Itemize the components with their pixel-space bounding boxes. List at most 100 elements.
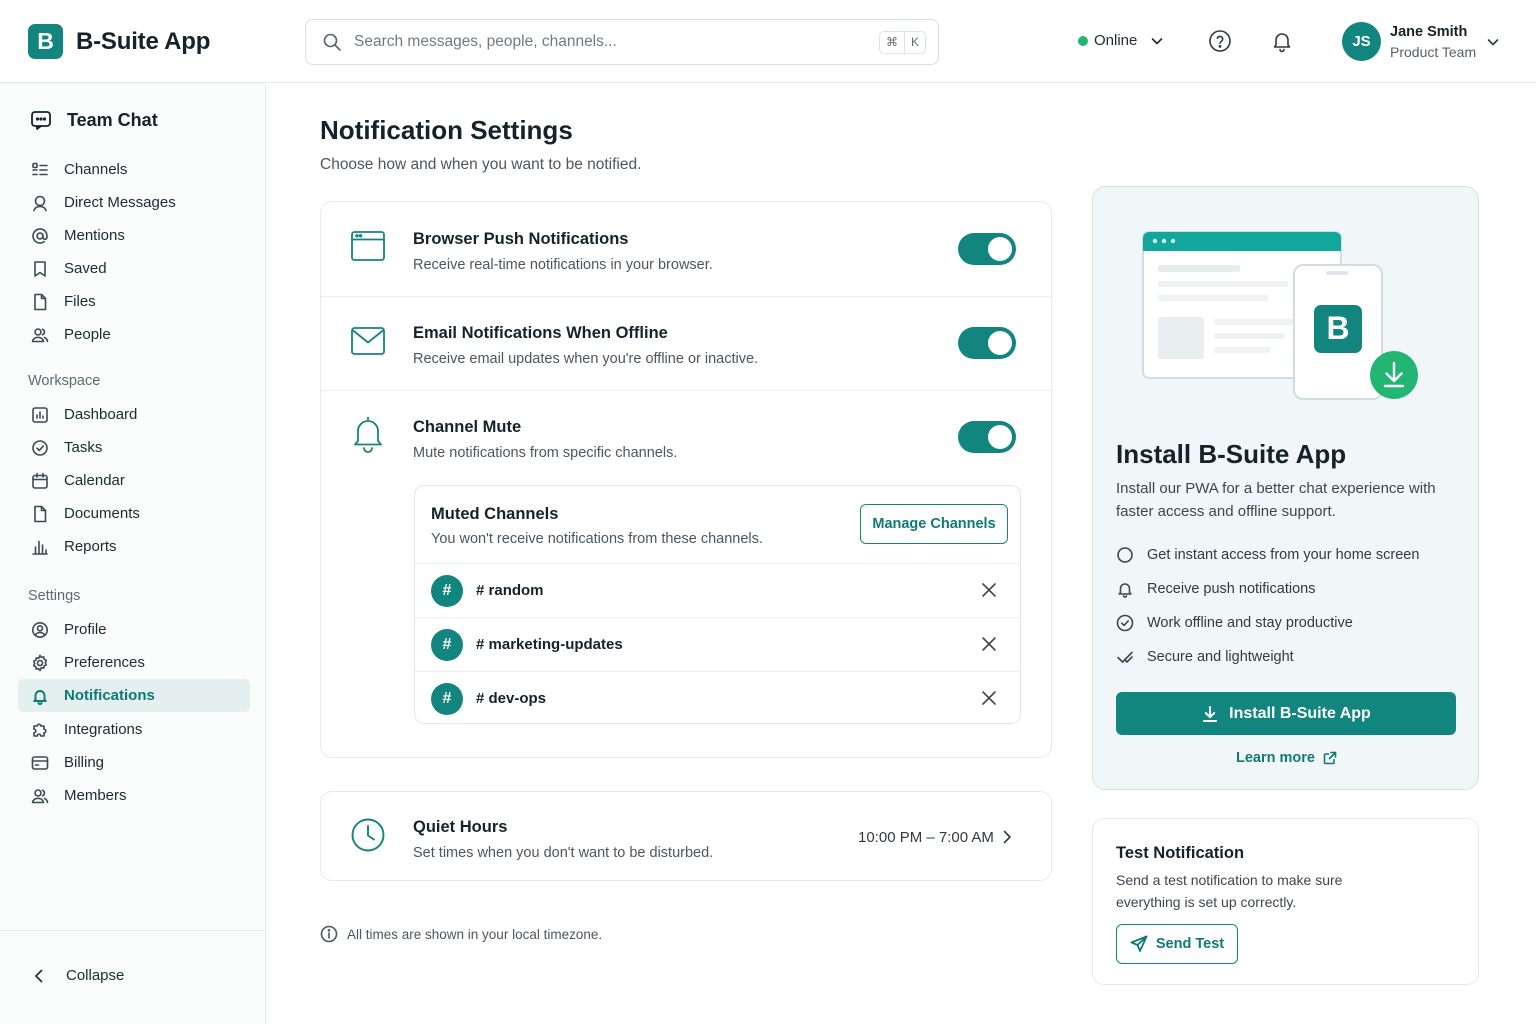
collapse-label: Collapse	[66, 967, 125, 984]
channel-name: # marketing-updates	[476, 636, 623, 653]
at-icon	[31, 227, 49, 245]
sidebar-item-channels[interactable]: Channels	[18, 153, 250, 186]
avatar[interactable]: JS	[1342, 22, 1381, 61]
sidebar-item-members[interactable]: Members	[18, 779, 250, 812]
search-icon	[322, 32, 342, 52]
learn-more-link[interactable]: Learn more	[1093, 750, 1480, 766]
page-title: Notification Settings	[320, 115, 573, 145]
status-dot	[1078, 35, 1088, 46]
list-item: # # dev-ops	[415, 671, 1020, 725]
feature-label: Get instant access from your home screen	[1147, 547, 1420, 563]
send-test-button[interactable]: Send Test	[1116, 924, 1238, 964]
info-icon	[320, 925, 338, 943]
sidebar-header[interactable]: Team Chat	[30, 109, 158, 131]
sidebar-item-label: Saved	[64, 260, 107, 277]
send-icon	[1130, 935, 1148, 953]
sidebar-item-label: Mentions	[64, 227, 125, 244]
help-icon[interactable]	[1208, 29, 1232, 53]
collapse-button[interactable]: Collapse	[32, 967, 124, 984]
sidebar-item-label: Dashboard	[64, 406, 138, 423]
channel-badge: #	[431, 683, 463, 715]
clock-icon	[350, 817, 386, 853]
close-icon[interactable]	[981, 690, 997, 706]
sidebar-item-preferences[interactable]: Preferences	[18, 646, 250, 679]
email-offline-toggle[interactable]	[958, 327, 1016, 359]
user-name[interactable]: Jane Smith	[1390, 24, 1467, 40]
quiet-hours-desc: Set times when you don't want to be dist…	[413, 845, 714, 861]
setting-desc: Mute notifications from specific channel…	[413, 445, 678, 461]
sidebar-item-label: Files	[64, 293, 96, 310]
user-circle-icon	[31, 621, 49, 639]
install-button-label: Install B-Suite App	[1229, 704, 1371, 722]
puzzle-icon	[31, 721, 49, 739]
sidebar-section-workspace: Workspace	[28, 373, 101, 389]
bell-icon	[352, 415, 384, 453]
sidebar-item-label: People	[64, 326, 111, 343]
check-circle-icon	[31, 439, 49, 457]
sidebar-item-files[interactable]: Files	[18, 285, 250, 318]
setting-title: Email Notifications When Offline	[413, 324, 668, 342]
setting-desc: Receive email updates when you're offlin…	[413, 351, 759, 367]
manage-channels-button[interactable]: Manage Channels	[860, 504, 1008, 544]
shortcut-mod: ⌘	[885, 35, 898, 49]
divider	[321, 390, 1053, 391]
setting-title: Channel Mute	[413, 418, 522, 436]
sidebar-item-label: Channels	[64, 161, 128, 178]
sidebar-item-tasks[interactable]: Tasks	[18, 431, 250, 464]
chevron-down-icon[interactable]	[1485, 34, 1501, 50]
feature-item: Get instant access from your home screen	[1116, 546, 1419, 564]
sidebar-item-label: Profile	[64, 621, 107, 638]
bell-icon	[1116, 580, 1134, 598]
sidebar-item-label: Direct Messages	[64, 194, 176, 211]
sidebar-item-calendar[interactable]: Calendar	[18, 464, 250, 497]
sidebar-item-saved[interactable]: Saved	[18, 252, 250, 285]
sidebar-item-reports[interactable]: Reports	[18, 530, 250, 563]
divider	[321, 296, 1053, 297]
sidebar-item-billing[interactable]: Billing	[18, 746, 250, 779]
envelope-icon	[350, 326, 386, 356]
sidebar-item-mentions[interactable]: Mentions	[18, 219, 250, 252]
feature-label: Secure and lightweight	[1147, 649, 1294, 665]
sidebar-item-integrations[interactable]: Integrations	[18, 713, 250, 746]
sidebar-footer: Collapse	[0, 930, 265, 1024]
quiet-hours-card[interactable]: Quiet Hours Set times when you don't wan…	[320, 791, 1052, 881]
sidebar-item-profile[interactable]: Profile	[18, 613, 250, 646]
brand[interactable]: B B-Suite App	[28, 24, 210, 59]
dashboard-icon	[31, 406, 49, 424]
user-team: Product Team	[1390, 44, 1477, 60]
quiet-hours-title: Quiet Hours	[413, 818, 508, 836]
bell-icon[interactable]	[1270, 29, 1294, 53]
sidebar-item-label: Billing	[64, 754, 105, 771]
list-item: # # random	[415, 563, 1020, 617]
test-notification-card: Test Notification Send a test notificati…	[1092, 818, 1479, 985]
page-subtitle: Choose how and when you want to be notif…	[320, 156, 642, 173]
setting-title: Browser Push Notifications	[413, 230, 629, 248]
sidebar-item-direct-messages[interactable]: Direct Messages	[18, 186, 250, 219]
install-app-button[interactable]: Install B-Suite App	[1116, 692, 1456, 735]
channel-badge: #	[431, 629, 463, 661]
learn-more-label: Learn more	[1236, 750, 1315, 766]
bookmark-icon	[31, 260, 49, 278]
sidebar-item-documents[interactable]: Documents	[18, 497, 250, 530]
browser-push-toggle[interactable]	[958, 233, 1016, 265]
sidebar-item-notifications[interactable]: Notifications	[18, 679, 250, 712]
sidebar-item-dashboard[interactable]: Dashboard	[18, 398, 250, 431]
channel-mute-toggle[interactable]	[958, 421, 1016, 453]
install-desc: Install our PWA for a better chat experi…	[1116, 480, 1436, 520]
file-icon	[31, 293, 49, 311]
channel-badge: #	[431, 575, 463, 607]
sidebar-item-label: Documents	[64, 505, 140, 522]
top-bar: B B-Suite App Search messages, people, c…	[0, 0, 1536, 83]
sidebar-item-people[interactable]: People	[18, 318, 250, 351]
feature-item: Receive push notifications	[1116, 580, 1315, 598]
bell-icon	[31, 687, 49, 705]
install-logo-letter: B	[1326, 310, 1349, 346]
app-name: B-Suite App	[76, 27, 211, 55]
sidebar-item-label: Reports	[64, 538, 117, 555]
close-icon[interactable]	[981, 636, 997, 652]
search-input[interactable]: Search messages, people, channels... ⌘ K	[305, 19, 939, 65]
close-icon[interactable]	[981, 582, 997, 598]
test-desc: Send a test notification to make sure ev…	[1116, 872, 1343, 910]
sidebar-item-label: Notifications	[64, 687, 155, 704]
status-dropdown[interactable]: Online	[1078, 32, 1165, 49]
